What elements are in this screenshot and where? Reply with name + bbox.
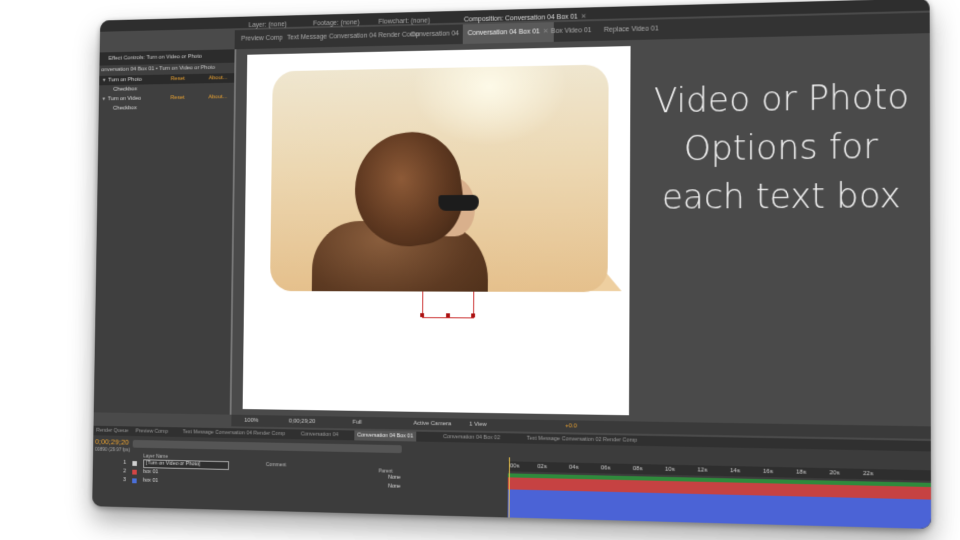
effect-controls-panel: Effect Controls: Turn on Video or Photo … bbox=[93, 49, 237, 415]
effect-controls-subtitle: onversation 04 Box 01 • Turn on Video or… bbox=[101, 64, 215, 74]
sky-glow bbox=[412, 64, 568, 147]
layer-number: 3 bbox=[123, 477, 126, 484]
disclosure-triangle-icon[interactable]: ▼ bbox=[102, 95, 107, 104]
resolution-dropdown[interactable]: Full bbox=[353, 417, 362, 429]
handle[interactable] bbox=[471, 313, 476, 318]
tab-label: Flowchart: (none) bbox=[378, 17, 431, 26]
stage: Layer: (none) Footage: (none) Flowchart:… bbox=[0, 0, 960, 540]
current-time-display[interactable]: 0;00;29;20 bbox=[289, 416, 316, 428]
handle[interactable] bbox=[446, 313, 450, 318]
layer-name[interactable]: box 01 bbox=[143, 468, 158, 477]
tab-label: Conversation 04 bbox=[410, 30, 460, 39]
tab-label: Preview Comp bbox=[241, 34, 283, 43]
tab-replace-video-01[interactable]: Replace Video 01 bbox=[599, 19, 664, 40]
about-link[interactable]: About... bbox=[209, 73, 228, 83]
layer-number: 2 bbox=[123, 468, 127, 475]
ruler-tick: 12s bbox=[697, 467, 708, 474]
composition-viewer: Video or Photo Options for each text box bbox=[231, 33, 931, 427]
ruler-tick: 14s bbox=[730, 468, 741, 475]
tab-label: Layer: (none) bbox=[248, 21, 287, 29]
label-color-swatch[interactable] bbox=[132, 461, 137, 466]
tab-label: Box Video 01 bbox=[550, 27, 592, 36]
label-color-swatch[interactable] bbox=[132, 469, 137, 475]
ruler-tick: 10s bbox=[664, 466, 675, 474]
tab-conversation-04[interactable]: Conversation 04 bbox=[406, 24, 464, 45]
layer-name[interactable]: box 01 bbox=[143, 477, 158, 486]
tab-label: Conversation 04 Box 01 bbox=[467, 28, 540, 38]
ruler-tick: 06s bbox=[600, 465, 611, 472]
checkbox-label: Checkbox bbox=[112, 105, 137, 112]
tab-label: Text Message Conversation 04 Render Comp bbox=[286, 31, 420, 42]
after-effects-window: Layer: (none) Footage: (none) Flowchart:… bbox=[92, 0, 932, 529]
ruler-tick: 08s bbox=[632, 465, 643, 473]
caption-line: each text box bbox=[661, 175, 901, 218]
tab-box-video-01[interactable]: Box Video 01 bbox=[546, 21, 597, 42]
handle[interactable] bbox=[420, 313, 425, 318]
tab-label: Footage: (none) bbox=[313, 19, 360, 28]
ruler-tick: 22s bbox=[863, 470, 874, 478]
ruler-tick: 20s bbox=[829, 470, 840, 477]
tab-label: Replace Video 01 bbox=[603, 25, 659, 34]
tab-preview-comp[interactable]: Preview Comp bbox=[236, 29, 287, 49]
ruler-tick: 16s bbox=[763, 468, 774, 476]
reset-link[interactable]: Reset bbox=[170, 93, 184, 103]
timeline-panel: 0;00;29;20 00890 (29.97 fps) Layer Name … bbox=[92, 435, 932, 529]
layer-search-input[interactable] bbox=[132, 439, 402, 454]
effect-checkbox-row[interactable]: Checkbox bbox=[99, 102, 234, 114]
view-layout-dropdown[interactable]: 1 View bbox=[469, 419, 486, 431]
timeline-timecode[interactable]: 0;00;29;20 bbox=[95, 437, 129, 446]
text-bubble-photo[interactable] bbox=[269, 64, 609, 293]
zoom-dropdown[interactable]: 100% bbox=[244, 415, 258, 427]
caption-line: Video or Photo bbox=[653, 76, 910, 122]
about-link[interactable]: About... bbox=[208, 92, 227, 102]
ruler-tick: 04s bbox=[568, 464, 579, 471]
exposure-value[interactable]: +0.0 bbox=[565, 420, 577, 432]
parent-dropdown[interactable]: None bbox=[388, 474, 401, 483]
camera-dropdown[interactable]: Active Camera bbox=[413, 418, 451, 431]
checkbox-label: Checkbox bbox=[113, 86, 138, 93]
ruler-tick: 00s bbox=[509, 463, 520, 470]
parent-dropdown[interactable]: None bbox=[388, 483, 401, 492]
frame-rate: 00890 (29.97 fps) bbox=[94, 446, 131, 454]
overlay-caption: Video or Photo Options for each text box bbox=[638, 72, 926, 222]
composition-canvas[interactable] bbox=[242, 46, 631, 416]
selection-handles[interactable] bbox=[420, 291, 476, 319]
layer-number: 1 bbox=[123, 459, 127, 466]
tab-conversation-04-box-01[interactable]: Conversation 04 Box 01 ✕ bbox=[462, 22, 554, 44]
ruler-tick: 18s bbox=[796, 469, 807, 476]
close-icon[interactable]: ✕ bbox=[581, 13, 587, 20]
ruler-tick: 02s bbox=[537, 463, 547, 471]
effect-controls-title[interactable]: Effect Controls: Turn on Video or Photo bbox=[99, 49, 235, 66]
reset-link[interactable]: Reset bbox=[171, 74, 185, 84]
sunglasses-shape bbox=[438, 194, 479, 211]
label-color-swatch[interactable] bbox=[132, 478, 137, 484]
caption-line: Options for bbox=[683, 126, 878, 170]
disclosure-triangle-icon[interactable]: ▼ bbox=[102, 76, 107, 85]
